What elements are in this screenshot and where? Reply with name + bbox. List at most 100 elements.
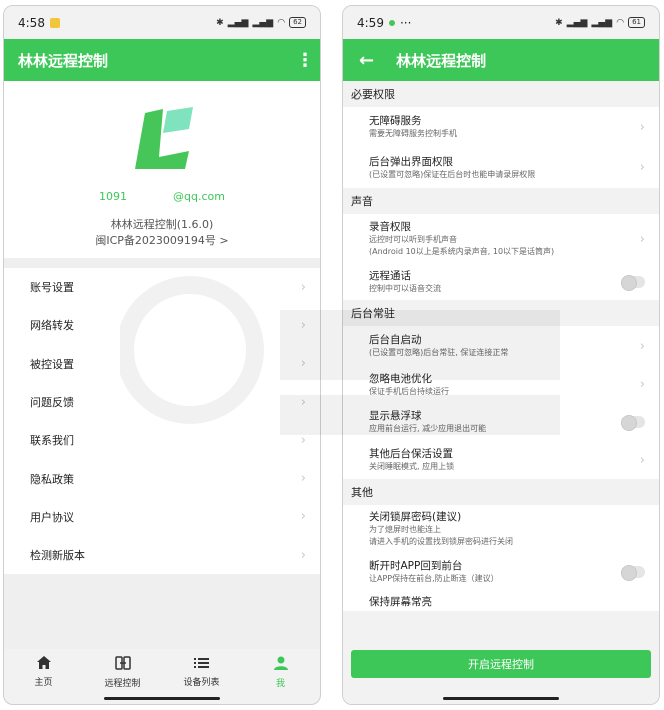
chevron-right-icon: ›	[300, 394, 306, 410]
menu-label: 网络转发	[30, 319, 74, 333]
chevron-right-icon: ›	[300, 317, 306, 333]
home-indicator	[443, 697, 559, 700]
more-notifications-icon: ···	[399, 15, 412, 30]
setting-remote-voice: 远程通话 控制中可以语音交流	[343, 264, 659, 300]
setting-battery-optimization[interactable]: 忽略电池优化 保证手机后台持续运行 ›	[343, 366, 659, 403]
app-bar: 林林远程控制 ⋮	[4, 39, 320, 81]
setting-background-popup[interactable]: 后台弹出界面权限 (已设置可忽略)保证在后台时也能申请录屏权限 ›	[343, 147, 659, 188]
menu-label: 隐私政策	[30, 472, 74, 486]
bluetooth-icon: ✱	[216, 17, 224, 28]
chevron-right-icon: ›	[300, 509, 306, 525]
person-icon	[273, 656, 288, 673]
menu-label: 账号设置	[30, 281, 74, 295]
setting-title: 录音权限	[369, 221, 411, 233]
return-foreground-toggle[interactable]	[621, 565, 645, 581]
chevron-right-icon: ›	[639, 160, 645, 175]
menu-item-contact[interactable]: 联系我们 ›	[4, 421, 320, 459]
empty-area	[4, 574, 320, 650]
signal-icon: ▂▄▆	[227, 17, 249, 28]
menu-label: 用户协议	[30, 510, 74, 524]
chevron-right-icon: ›	[300, 432, 306, 448]
account-suffix: @qq.com	[173, 190, 225, 203]
setting-return-foreground: 断开时APP回到前台让APP保持在前台,防止断连（建议）	[343, 553, 659, 591]
setting-title: 关闭锁屏密码(建议)	[369, 511, 462, 523]
icp-link[interactable]: 闽ICP备2023009194号 >	[4, 232, 320, 248]
signal-icon-2: ▂▄▆	[252, 17, 274, 28]
notification-icon	[388, 19, 395, 26]
tab-label: 设备列表	[183, 677, 220, 688]
menu-item-privacy[interactable]: 隐私政策 ›	[4, 459, 320, 497]
chevron-right-icon: ›	[639, 338, 645, 354]
menu-item-account[interactable]: 账号设置 ›	[4, 268, 320, 306]
app-version: 林林远程控制(1.6.0)	[110, 218, 214, 231]
chevron-right-icon: ›	[300, 471, 306, 487]
menu-item-agreement[interactable]: 用户协议 ›	[4, 498, 320, 536]
chevron-right-icon: ›	[639, 231, 645, 247]
bottom-tab-bar: 主页 远程控制 设备列表 我	[4, 652, 320, 692]
remote-icon	[114, 655, 131, 673]
tab-devices[interactable]: 设备列表	[162, 652, 241, 692]
status-time: 4:59	[357, 15, 384, 30]
setting-lock-password[interactable]: 关闭锁屏密码(建议) 为了熄屏时也能连上请进入手机的设置找到锁屏密码进行关闭	[343, 505, 659, 553]
chevron-right-icon: ›	[300, 356, 306, 372]
setting-title: 保持屏幕常亮	[369, 596, 432, 608]
setting-keepalive[interactable]: 其他后台保活设置 关闭睡眠模式, 应用上锁 ›	[343, 441, 659, 479]
phone-right-permissions-screen: 4:59 ··· ✱ ▂▄▆ ▂▄▆ ◠ 61 ← 林林远程控制 必要权限 无障…	[342, 5, 660, 705]
setting-title: 断开时APP回到前台	[369, 560, 463, 572]
chevron-right-icon: ›	[639, 452, 645, 468]
setting-subtitle: 让APP保持在前台,防止断连（建议）	[369, 574, 499, 583]
menu-item-update[interactable]: 检测新版本 ›	[4, 536, 320, 574]
setting-title: 忽略电池优化	[369, 372, 432, 385]
setting-title: 后台自启动	[369, 334, 422, 346]
menu-item-network[interactable]: 网络转发 ›	[4, 306, 320, 344]
setting-autostart[interactable]: 后台自启动 (已设置可忽略)后台常驻, 保证连接正常 ›	[343, 326, 659, 366]
remote-voice-toggle[interactable]	[621, 275, 645, 291]
wifi-icon: ◠	[616, 17, 625, 28]
setting-subtitle: 关闭睡眠模式, 应用上锁	[369, 462, 455, 471]
menu-item-controlled[interactable]: 被控设置 ›	[4, 345, 320, 383]
divider	[4, 258, 320, 268]
battery-icon: 62	[289, 17, 306, 28]
chevron-right-icon: ›	[639, 119, 645, 135]
tab-label: 主页	[34, 678, 53, 688]
setting-record-audio[interactable]: 录音权限远控时可以听到手机声音 (Android 10以上是系统内录声音, 10以…	[343, 214, 659, 264]
setting-title: 后台弹出界面权限	[369, 155, 453, 168]
menu-label: 问题反馈	[30, 396, 74, 410]
bluetooth-icon: ✱	[555, 17, 563, 28]
tab-label: 我	[275, 678, 285, 689]
section-required: 必要权限	[343, 81, 659, 107]
home-indicator	[104, 697, 220, 700]
chevron-right-icon: ›	[300, 279, 306, 295]
setting-title: 显示悬浮球	[369, 410, 422, 422]
sim-icon	[49, 17, 60, 28]
setting-title: 其他后台保活设置	[369, 448, 453, 460]
setting-accessibility[interactable]: 无障碍服务 需要无障碍服务控制手机 ›	[343, 107, 659, 147]
app-logo-icon	[129, 107, 199, 171]
setting-subtitle: 远控时可以听到手机声音	[369, 235, 457, 244]
setting-keep-screen-on[interactable]: 保持屏幕常亮	[343, 591, 659, 611]
status-time: 4:58	[18, 15, 45, 30]
setting-subtitle: 应用前台运行, 减少应用退出可能	[369, 424, 487, 433]
setting-subtitle-2: 请进入手机的设置找到锁屏密码进行关闭	[369, 537, 513, 546]
more-menu-icon[interactable]: ⋮	[296, 50, 314, 71]
menu-label: 检测新版本	[30, 549, 85, 563]
setting-title: 无障碍服务	[369, 115, 422, 127]
signal-icon: ▂▄▆	[566, 17, 588, 28]
tab-home[interactable]: 主页	[4, 652, 83, 692]
menu-label: 联系我们	[30, 434, 74, 448]
signal-icon-2: ▂▄▆	[591, 17, 613, 28]
menu-label: 被控设置	[30, 357, 74, 371]
tab-me[interactable]: 我	[241, 652, 320, 692]
setting-subtitle: (已设置可忽略)后台常驻, 保证连接正常	[369, 348, 509, 357]
battery-icon: 61	[628, 17, 645, 28]
floating-ball-toggle[interactable]	[621, 415, 645, 431]
setting-subtitle-2: (Android 10以上是系统内录声音, 10以下是话筒声)	[369, 247, 555, 256]
menu-item-feedback[interactable]: 问题反馈 ›	[4, 383, 320, 421]
setting-subtitle: 为了熄屏时也能连上	[369, 525, 441, 534]
section-sound: 声音	[343, 188, 659, 214]
tab-remote[interactable]: 远程控制	[83, 652, 162, 692]
back-arrow-icon[interactable]: ←	[359, 50, 374, 71]
start-remote-control-button[interactable]: 开启远程控制	[351, 650, 651, 678]
setting-subtitle: (已设置可忽略)保证在后台时也能申请录屏权限	[369, 169, 536, 179]
home-icon	[36, 656, 51, 672]
